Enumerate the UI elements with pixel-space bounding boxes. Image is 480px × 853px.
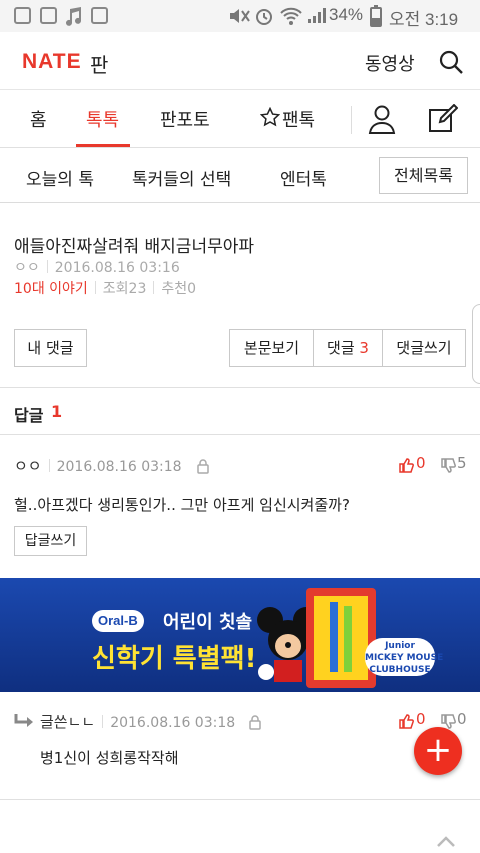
app-header: NATE 판 동영상 (0, 32, 480, 90)
scroll-handle[interactable] (472, 304, 480, 384)
user-icon[interactable] (368, 104, 396, 134)
comment-author: ㅇㅇ (14, 457, 42, 475)
signal-icon (308, 8, 326, 23)
post-category[interactable]: 10대 이야기 (14, 281, 88, 297)
music-note-icon (66, 7, 82, 26)
sub-navigation: 오늘의 톡 톡커들의 선택 엔터톡 전체목록 (0, 148, 480, 203)
tab-home[interactable]: 홈 (30, 106, 47, 132)
star-icon (260, 107, 280, 127)
comment-text: 병1신이 성희롱작작해 (40, 749, 179, 767)
subnav-today-talk[interactable]: 오늘의 톡 (26, 165, 94, 190)
lock-icon (249, 715, 261, 730)
my-comments-button[interactable]: 내 댓글 (14, 329, 87, 367)
post-stats: 10대 이야기 조회23 추천0 (14, 278, 196, 298)
app-notification-icon (14, 7, 31, 24)
view-body-button[interactable]: 본문보기 (229, 329, 314, 367)
ad-banner[interactable]: Oral-B 어린이 칫솔 신학기 특별팩! Junior MICKEY MOU… (0, 578, 480, 692)
comment-author: 글쓴ㄴㄴ (40, 713, 96, 731)
thumbs-up-icon[interactable] (398, 713, 414, 729)
video-link[interactable]: 동영상 (365, 50, 415, 76)
post-date: 2016.08.16 03:16 (54, 260, 180, 276)
tab-pann-photo[interactable]: 판포토 (160, 106, 210, 132)
ad-line1: 어린이 칫솔 (163, 612, 253, 633)
status-bar: 34% 오전 3:19 (0, 0, 480, 32)
clock: 오전 3:19 (389, 10, 459, 29)
reply-button[interactable]: 답글쓰기 (14, 526, 87, 556)
clubhouse-badge: Junior MICKEY MOUSE CLUBHOUSE (365, 638, 443, 676)
post-meta: ㅇㅇ 2016.08.16 03:16 (14, 257, 180, 277)
mute-icon (230, 9, 250, 23)
post-title: 애들아진짜살려줘 배지금너무아파 (14, 237, 255, 257)
write-comment-button[interactable]: 댓글쓰기 (382, 329, 466, 367)
comment-item: 글쓴ㄴㄴ 2016.08.16 03:18 0 0 병1신이 성희롱작작해 (0, 692, 480, 800)
replies-count: 1 (51, 402, 63, 421)
tab-divider (351, 106, 352, 134)
all-list-button[interactable]: 전체목록 (379, 157, 468, 194)
upvote-count: 0 (416, 710, 426, 728)
comment-date: 2016.08.16 03:18 (56, 459, 182, 475)
thumbs-down-icon[interactable] (440, 458, 456, 474)
post-recommend: 추천0 (161, 281, 197, 297)
battery-icon (370, 5, 382, 27)
comment-meta: ㅇㅇ 2016.08.16 03:18 (14, 455, 182, 476)
search-icon[interactable] (438, 49, 464, 75)
reply-arrow-icon (14, 714, 33, 727)
tab-fan-talk[interactable]: 팬톡 (282, 106, 315, 132)
ad-line2: 신학기 특별팩! (92, 644, 257, 674)
subnav-entertainment[interactable]: 엔터톡 (280, 165, 327, 190)
nate-logo[interactable]: NATE (22, 50, 82, 74)
tab-toktok[interactable]: 톡톡 (86, 106, 119, 132)
comments-label: 댓글 (327, 339, 355, 357)
main-tabs: 홈 톡톡 판포토 팬톡 (0, 90, 480, 148)
comment-date: 2016.08.16 03:18 (110, 715, 236, 731)
replies-label: 답글 (14, 406, 44, 425)
comment-item: ㅇㅇ 2016.08.16 03:18 0 5 헐..아프겠다 생리통인가.. 그… (0, 436, 480, 578)
oral-b-logo: Oral-B (92, 610, 144, 632)
upvote-count: 0 (416, 454, 426, 472)
comments-count: 3 (359, 339, 369, 357)
comment-meta: 글쓴ㄴㄴ 2016.08.16 03:18 (40, 711, 235, 732)
lock-icon (197, 459, 209, 474)
replies-header: 답글 1 (0, 389, 480, 435)
gallery-icon (91, 7, 108, 24)
post-views: 조회23 (102, 281, 147, 297)
subnav-talker-choice[interactable]: 톡커들의 선택 (132, 165, 231, 190)
chevron-up-icon[interactable] (436, 832, 456, 852)
comment-text: 헐..아프겠다 생리통인가.. 그만 아프게 임신시켜줄까? (14, 496, 350, 514)
comments-button[interactable]: 댓글 3 (313, 329, 383, 367)
add-fab-button[interactable]: + (414, 727, 462, 775)
mickey-mouse-image (257, 588, 376, 688)
wifi-icon (280, 7, 302, 25)
post-author: ㅇㅇ (14, 260, 40, 276)
thumbs-up-icon[interactable] (398, 457, 414, 473)
battery-percent: 34% (329, 5, 364, 24)
notification-icon (40, 7, 57, 24)
downvote-count: 5 (457, 454, 467, 472)
active-tab-indicator (76, 144, 130, 147)
pann-logo-text[interactable]: 판 (90, 49, 108, 78)
write-icon[interactable] (428, 104, 458, 134)
alarm-icon (256, 9, 272, 25)
downvote-count: 0 (457, 710, 467, 728)
post-header: 애들아진짜살려줘 배지금너무아파 ㅇㅇ 2016.08.16 03:16 10대 … (0, 204, 480, 388)
